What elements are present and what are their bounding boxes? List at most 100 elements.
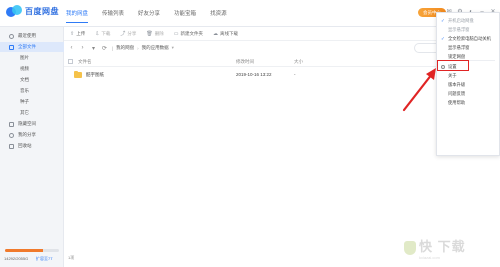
sidebar-item-recent[interactable]: 最近使用: [0, 31, 64, 41]
cloud-download-icon: ☁: [213, 30, 219, 37]
forward-arrow-icon[interactable]: ›: [79, 45, 86, 51]
annotation-arrow-icon: [402, 68, 436, 112]
sidebar-item-music[interactable]: 音乐: [0, 86, 64, 96]
dropdown-icon[interactable]: ▾: [90, 45, 97, 52]
toolbar: ⇪ 上传 ⇩ 下载 ⤴ 分享 🗑 删除 ▭ 新建文件夹 ☁ 离线下载: [64, 27, 500, 41]
status-count: 1项: [68, 255, 75, 260]
settings-menu: ✓ 开机启动网盘 显示悬浮窗 ✓ 全文检索电脑自动关机 显示悬浮窗 锁定网盘 设置 …: [436, 12, 500, 156]
check-icon: ✓: [441, 36, 445, 41]
tab-find-resources[interactable]: 找资源: [210, 9, 227, 23]
menu-item-label: 显示悬浮窗: [448, 27, 470, 32]
expand-storage-link[interactable]: 扩容至7T: [36, 256, 53, 262]
sidebar-item-label: 我的分享: [18, 132, 36, 137]
menu-item-label: 锁定网盘: [448, 54, 466, 59]
folder-icon: [74, 70, 82, 78]
breadcrumb-separator: |: [112, 45, 114, 51]
trash-icon: [9, 143, 14, 149]
menu-item-float-window-1[interactable]: 显示悬浮窗: [437, 25, 499, 34]
app-title: 百度网盘: [25, 6, 59, 16]
tab-transfers[interactable]: 传输列表: [102, 9, 124, 23]
sidebar-item-all-files[interactable]: 全部文件: [0, 42, 64, 52]
menu-item-feedback[interactable]: 问题反馈: [437, 89, 499, 98]
column-size[interactable]: 大小: [294, 59, 303, 65]
sidebar-item-label: 全部文件: [18, 44, 36, 49]
breadcrumb-my-disk[interactable]: 我的网盘: [116, 45, 134, 51]
sidebar-item-recycle-bin[interactable]: 回收站: [0, 141, 64, 151]
share-label: 分享: [127, 30, 137, 36]
download-label: 下载: [101, 30, 111, 36]
file-size: -: [294, 72, 296, 77]
storage-usage-text: 14292/2055G: [4, 256, 29, 261]
share-icon: [9, 132, 14, 138]
tab-my-disk[interactable]: 我的网盘: [66, 9, 89, 23]
menu-item-label: 显示悬浮窗: [448, 45, 470, 50]
nav-tabs: 我的网盘 传输列表 好友分享 功能宝箱 找资源: [66, 9, 227, 23]
new-folder-label: 新建文件夹: [180, 30, 204, 36]
delete-label: 删除: [154, 30, 164, 36]
menu-item-upgrade[interactable]: 版本升级: [437, 80, 499, 89]
sidebar-item-label: 回收站: [18, 143, 32, 148]
breadcrumb-dropdown-icon[interactable]: ▾: [172, 45, 174, 51]
watermark-text: 快 下载: [419, 239, 466, 254]
sidebar-item-label: 文档: [20, 77, 29, 82]
title-bar: 百度网盘 我的网盘 传输列表 好友分享 功能宝箱 找资源 会员中心 ✉ ⚙ ◐ …: [0, 0, 500, 27]
menu-item-about[interactable]: 关于: [437, 71, 499, 80]
share-button[interactable]: ⤴ 分享: [120, 30, 137, 38]
download-button[interactable]: ⇩ 下载: [95, 31, 110, 37]
tab-toolbox[interactable]: 功能宝箱: [174, 9, 196, 23]
sidebar: 最近使用 全部文件 图片 视频 文档 音乐 种子 其它 隐藏空间 我的分享 回收…: [0, 27, 64, 267]
sidebar-item-torrents[interactable]: 种子: [0, 97, 64, 107]
breadcrumb: | 我的网盘 › 我的应用数据 ▾: [112, 45, 174, 51]
menu-item-label: 问题反馈: [448, 91, 466, 96]
watermark-logo-icon: [404, 241, 416, 255]
menu-item-label: 全文检索电脑自动关机: [448, 36, 491, 41]
watermark: 快 下载 kxiazai.com: [404, 236, 466, 260]
upload-button[interactable]: ⇪ 上传: [70, 31, 85, 37]
sidebar-item-label: 种子: [20, 99, 29, 104]
storage-bar: [5, 249, 59, 252]
menu-item-label: 开机启动网盘: [448, 18, 474, 23]
refresh-icon[interactable]: ⟳: [101, 45, 108, 52]
back-arrow-icon[interactable]: ‹: [68, 45, 75, 51]
check-icon: ✓: [441, 18, 445, 23]
clock-icon: [9, 33, 14, 39]
column-modified[interactable]: 修改时间: [236, 59, 254, 65]
storage-bar-fill: [5, 249, 43, 252]
sidebar-item-label: 其它: [20, 110, 29, 115]
sidebar-item-other[interactable]: 其它: [0, 108, 64, 118]
breadcrumb-separator: ›: [137, 45, 139, 51]
share-icon: ⤴: [120, 31, 126, 37]
column-name[interactable]: 文件名: [78, 59, 92, 65]
offline-download-label: 离线下载: [220, 30, 239, 36]
sidebar-item-hidden-space[interactable]: 隐藏空间: [0, 119, 64, 129]
settings-highlight-box: [437, 60, 469, 71]
cloud-logo-icon: [6, 5, 22, 17]
upload-icon: ⇪: [70, 30, 75, 37]
menu-item-float-window-2[interactable]: 显示悬浮窗: [437, 43, 499, 52]
menu-item-label: 关于: [448, 73, 457, 78]
sidebar-item-images[interactable]: 图片: [0, 53, 64, 63]
sidebar-item-documents[interactable]: 文档: [0, 75, 64, 85]
sidebar-item-my-shares[interactable]: 我的分享: [0, 130, 64, 140]
sidebar-item-label: 最近使用: [18, 33, 36, 38]
new-folder-icon: ▭: [173, 30, 179, 37]
trash-icon: 🗑: [146, 30, 153, 37]
sidebar-item-label: 音乐: [20, 88, 29, 93]
lock-icon: [9, 121, 14, 127]
tab-friend-share[interactable]: 好友分享: [138, 9, 160, 23]
new-folder-button[interactable]: ▭ 新建文件夹: [174, 31, 203, 37]
menu-item-help[interactable]: 使用帮助: [437, 98, 499, 107]
sidebar-item-videos[interactable]: 视频: [0, 64, 64, 74]
menu-item-autostart[interactable]: ✓ 开机启动网盘: [437, 16, 499, 25]
menu-item-auto-shutdown[interactable]: ✓ 全文检索电脑自动关机: [437, 34, 499, 43]
download-icon: ⇩: [95, 30, 100, 37]
app-logo: 百度网盘: [6, 5, 59, 17]
sidebar-item-label: 视频: [20, 66, 29, 71]
file-name[interactable]: 酷宇图纸: [86, 72, 104, 78]
delete-button[interactable]: 🗑 删除: [146, 31, 163, 37]
breadcrumb-app-data[interactable]: 我的应用数据: [142, 45, 169, 51]
upload-label: 上传: [76, 30, 86, 36]
menu-item-label: 使用帮助: [448, 100, 466, 105]
offline-download-button[interactable]: ☁ 离线下载: [213, 31, 238, 37]
select-all-checkbox[interactable]: [68, 59, 73, 64]
